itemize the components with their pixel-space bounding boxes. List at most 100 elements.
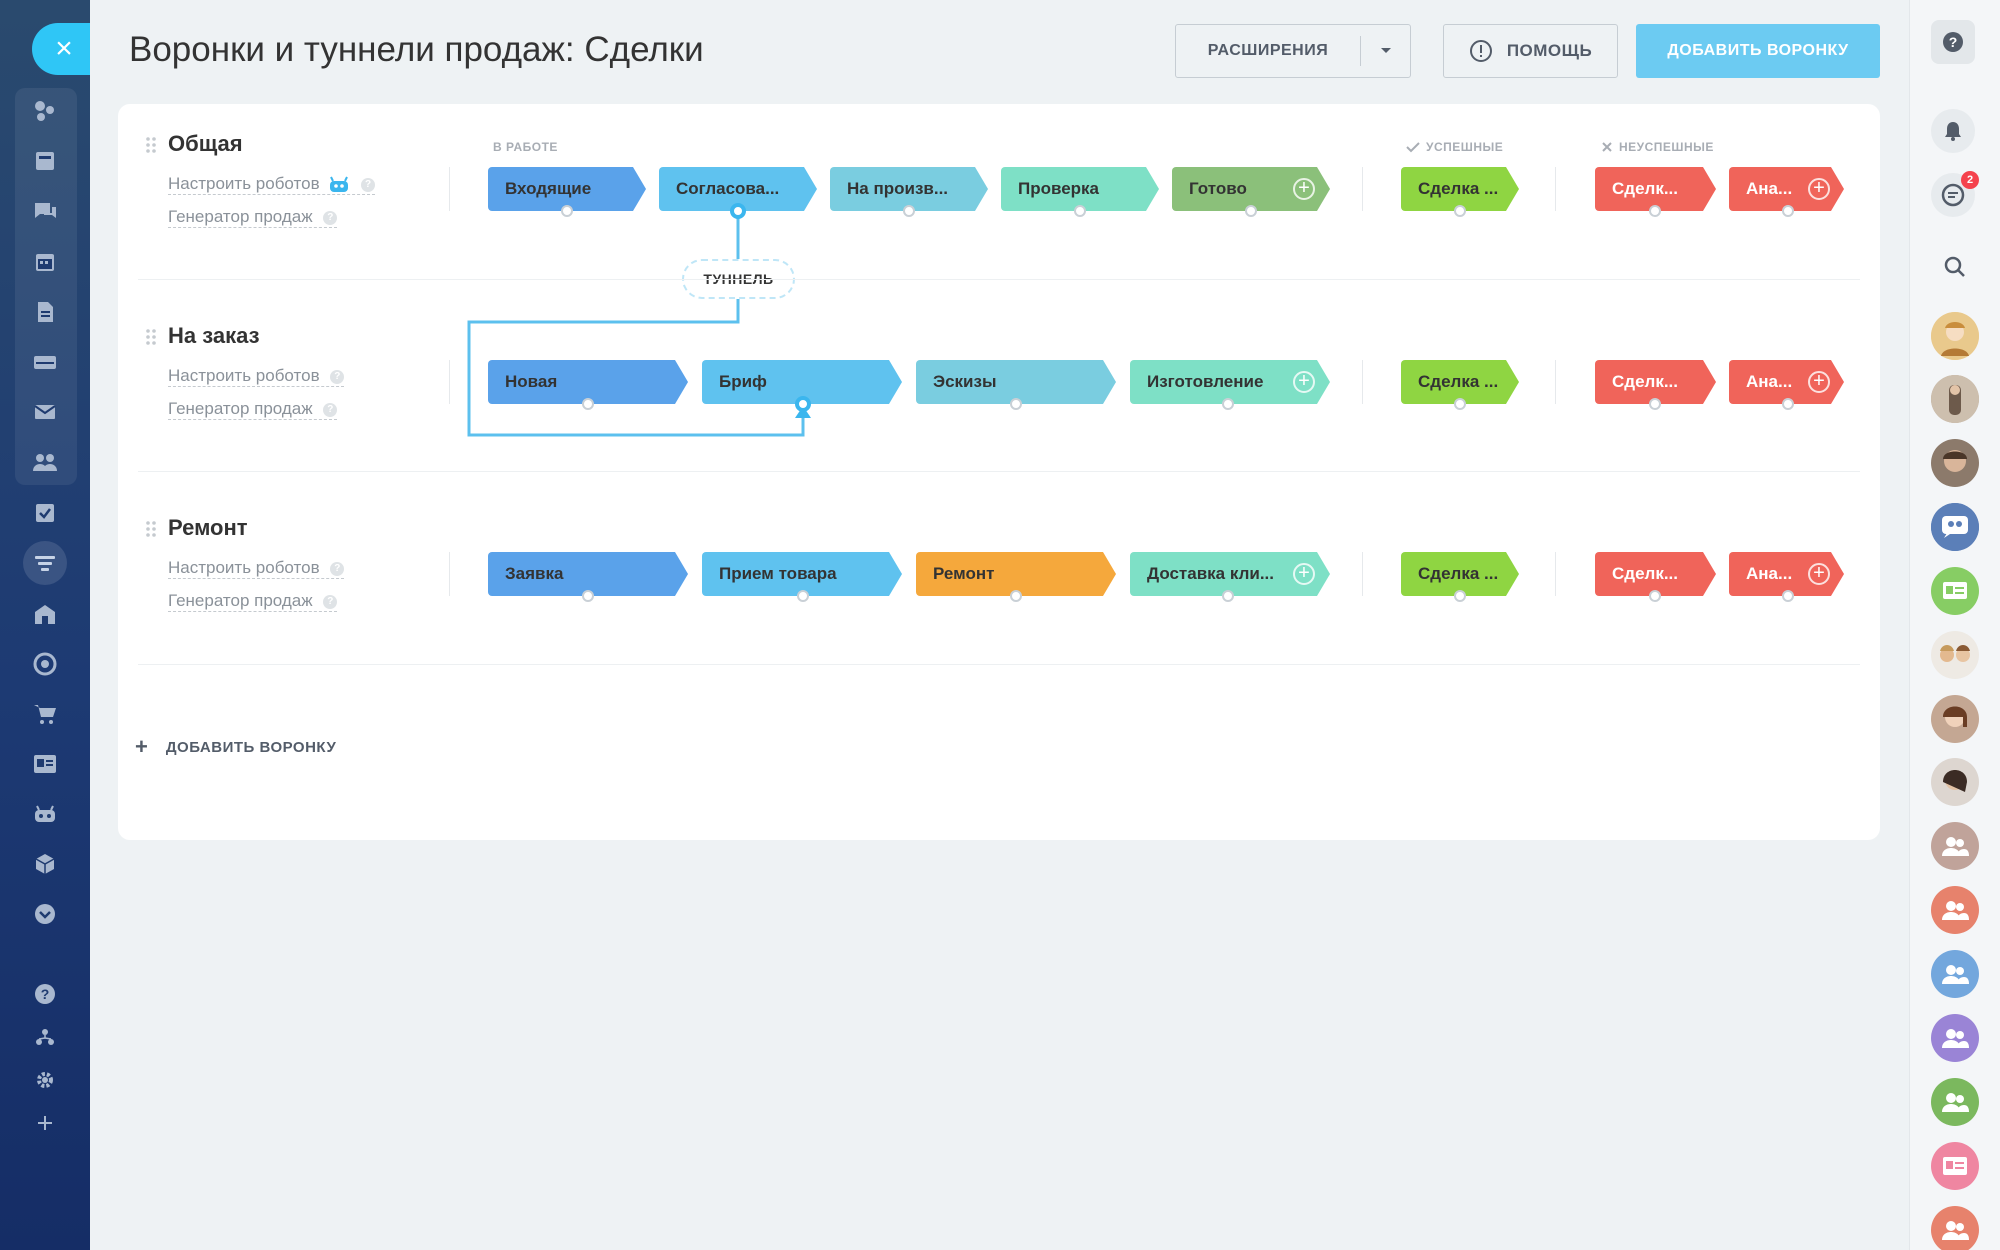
contact-card-avatar[interactable] [1931, 567, 1979, 615]
add-stage-button[interactable]: + [1293, 178, 1315, 200]
sidebar-item-company[interactable] [29, 598, 61, 630]
check-icon [1406, 142, 1420, 153]
group-chat-avatar[interactable] [1931, 503, 1979, 551]
generator-link[interactable]: Генератор продаж ? [168, 399, 338, 420]
help-icon[interactable]: ? [330, 561, 345, 576]
sidebar-item-crm[interactable] [23, 541, 67, 585]
user-avatar-icon [1931, 439, 1979, 487]
robots-link[interactable]: Настроить роботов ? [168, 558, 345, 579]
stage-connector[interactable] [1782, 205, 1794, 217]
messenger-button[interactable]: 2 [1931, 171, 1979, 217]
stage-connector[interactable] [1010, 590, 1022, 602]
sidebar-item-docs[interactable] [29, 296, 61, 328]
extensions-button[interactable]: РАСШИРЕНИЯ [1175, 24, 1411, 78]
page-title: Воронки и туннели продаж: Сделки [129, 30, 704, 69]
stage-connector[interactable] [1649, 590, 1661, 602]
help-button[interactable]: ? [1931, 20, 1975, 64]
stage-connector[interactable] [1782, 398, 1794, 410]
group-avatar[interactable] [1931, 1014, 1979, 1062]
stage-connector[interactable] [1222, 590, 1234, 602]
stage-connector[interactable] [1454, 398, 1466, 410]
sidebar-item-structure[interactable] [29, 1021, 61, 1053]
stage-connector[interactable] [1222, 398, 1234, 410]
stage-connector-active[interactable] [795, 396, 811, 412]
add-stage-button[interactable]: + [1808, 178, 1830, 200]
sidebar-item-feed[interactable] [29, 95, 61, 127]
gear-icon [37, 1072, 53, 1088]
contact-card-avatar[interactable] [1931, 1142, 1979, 1190]
user-avatar-icon [1931, 631, 1979, 679]
add-stage-button[interactable]: + [1808, 371, 1830, 393]
notifications-button[interactable] [1931, 109, 1975, 153]
sidebar-item-calendar[interactable] [29, 246, 61, 278]
help-icon[interactable]: ? [323, 594, 338, 609]
building-icon [35, 605, 55, 624]
sidebar-item-chat[interactable] [29, 196, 61, 228]
search-button[interactable] [1931, 243, 1979, 291]
stage-connector[interactable] [561, 205, 573, 217]
stage-connector[interactable] [1782, 590, 1794, 602]
avatar[interactable] [1931, 695, 1979, 743]
stage-connector[interactable] [1245, 205, 1257, 217]
target-icon [33, 652, 57, 676]
stage-connector[interactable] [1454, 205, 1466, 217]
generator-link[interactable]: Генератор продаж ? [168, 591, 338, 612]
sidebar-item-sites[interactable] [29, 748, 61, 780]
sidebar-item-robots[interactable] [29, 798, 61, 830]
sidebar-item-drive[interactable] [29, 346, 61, 378]
add-funnel-link[interactable]: + ДОБАВИТЬ ВОРОНКУ [135, 734, 336, 760]
stage-connector[interactable] [1649, 398, 1661, 410]
stage-connector[interactable] [1649, 205, 1661, 217]
help-icon[interactable]: ? [330, 369, 345, 384]
sidebar-item-settings[interactable] [29, 1064, 61, 1096]
avatar[interactable] [1931, 439, 1979, 487]
group-avatar[interactable] [1931, 822, 1979, 870]
user-avatar-icon [1931, 758, 1979, 806]
sidebar-item-mail[interactable] [29, 396, 61, 428]
drag-handle[interactable] [145, 328, 157, 350]
robots-link[interactable]: Настроить роботов ? [168, 366, 345, 387]
sidebar-item-apps[interactable] [29, 848, 61, 880]
extensions-dropdown[interactable] [1361, 47, 1410, 55]
drag-handle[interactable] [145, 520, 157, 542]
stage-connector[interactable] [582, 590, 594, 602]
stage-connector[interactable] [903, 205, 915, 217]
stage-connector[interactable] [1010, 398, 1022, 410]
stage-connector[interactable] [1454, 590, 1466, 602]
robots-link[interactable]: Настроить роботов ? [168, 174, 376, 195]
group-avatar[interactable] [1931, 950, 1979, 998]
sidebar-item-news[interactable] [29, 145, 61, 177]
stage-connector-active[interactable] [730, 203, 746, 219]
avatar[interactable] [1931, 631, 1979, 679]
sidebar-item-help[interactable]: ? [29, 978, 61, 1010]
box-icon [35, 854, 55, 874]
generator-link[interactable]: Генератор продаж ? [168, 207, 338, 228]
stage-connector[interactable] [797, 590, 809, 602]
add-stage-button[interactable]: + [1808, 563, 1830, 585]
group-avatar[interactable] [1931, 1206, 1979, 1250]
sidebar-item-more[interactable] [29, 898, 61, 930]
help-icon[interactable]: ? [323, 210, 338, 225]
stage-connector[interactable] [1074, 205, 1086, 217]
sidebar-item-shop[interactable] [29, 698, 61, 730]
sidebar-item-add[interactable] [29, 1107, 61, 1139]
avatar[interactable] [1931, 375, 1979, 423]
help-icon[interactable]: ? [361, 177, 376, 192]
sidebar-item-marketing[interactable] [29, 648, 61, 680]
add-funnel-button[interactable]: ДОБАВИТЬ ВОРОНКУ [1636, 24, 1880, 78]
drag-handle[interactable] [145, 136, 157, 158]
close-icon[interactable]: × [32, 23, 90, 75]
avatar[interactable] [1931, 312, 1979, 360]
sidebar-item-tasks[interactable] [29, 497, 61, 529]
add-stage-button[interactable]: + [1293, 371, 1315, 393]
group-avatar[interactable] [1931, 886, 1979, 934]
help-button[interactable]: ПОМОЩЬ [1443, 24, 1618, 78]
stage-connector[interactable] [582, 398, 594, 410]
add-stage-button[interactable]: + [1293, 563, 1315, 585]
document-icon [38, 302, 53, 322]
group-avatar[interactable] [1931, 1078, 1979, 1126]
robots-link-label: Настроить роботов [168, 174, 320, 193]
sidebar-item-contacts[interactable] [29, 446, 61, 478]
avatar[interactable] [1931, 758, 1979, 806]
help-icon[interactable]: ? [323, 402, 338, 417]
